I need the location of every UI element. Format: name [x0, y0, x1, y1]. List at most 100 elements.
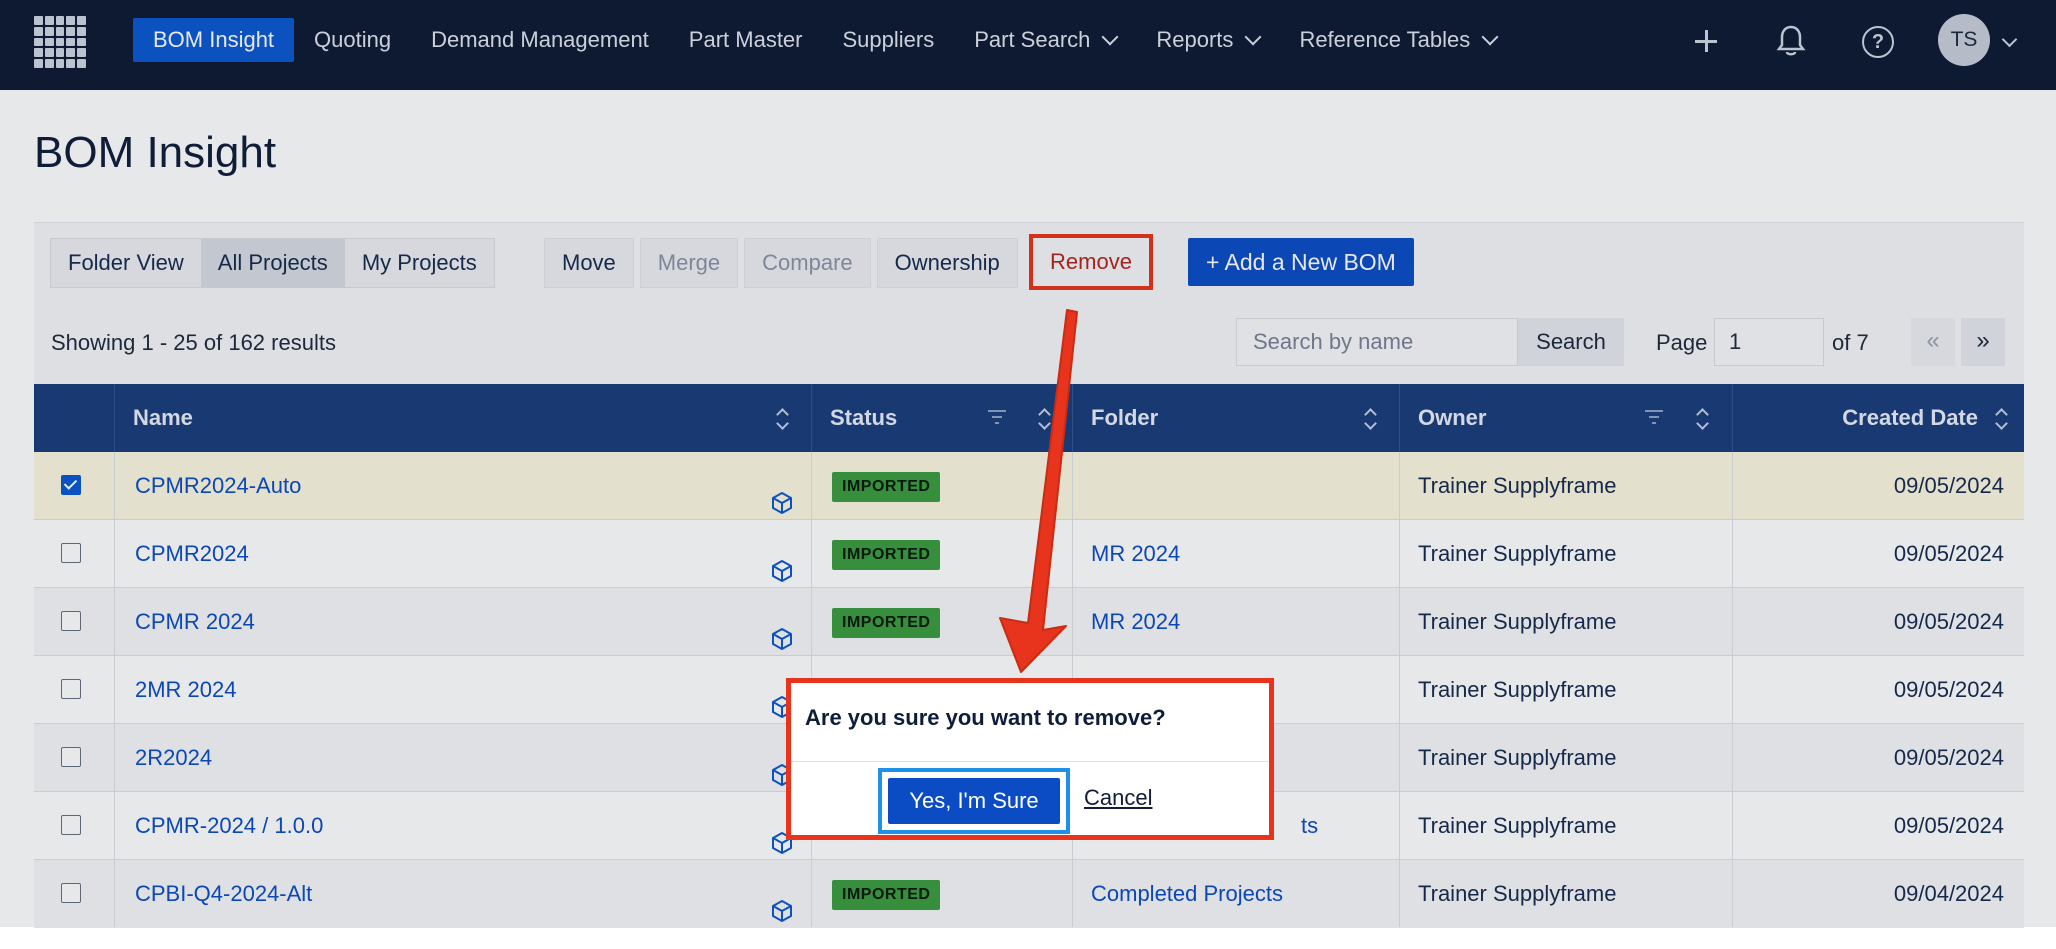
plus-icon[interactable]: [1692, 27, 1720, 55]
select-cell: [34, 520, 114, 587]
created-date-cell: 09/05/2024: [1732, 520, 2024, 587]
owner-name: Trainer Supplyframe: [1418, 745, 1617, 770]
grid-cell: [77, 59, 86, 68]
row-checkbox[interactable]: [61, 883, 81, 903]
grid-cell: [77, 26, 86, 36]
apps-grid-icon[interactable]: [34, 16, 86, 68]
confirm-highlight: Yes, I'm Sure: [878, 768, 1070, 834]
ownership-button[interactable]: Ownership: [876, 238, 1018, 288]
folder-cell: MR 2024: [1072, 588, 1399, 655]
table-header: Name Status Folder Owner Created Date: [34, 384, 2024, 452]
next-page-button[interactable]: »: [1961, 318, 2005, 366]
row-checkbox[interactable]: [61, 747, 81, 767]
page-number-input[interactable]: 1: [1714, 318, 1824, 366]
grid-cell: [34, 48, 43, 58]
cancel-link[interactable]: Cancel: [1084, 785, 1152, 811]
nav-item-bom-insight[interactable]: BOM Insight: [133, 18, 295, 62]
grid-cell: [44, 16, 54, 25]
name-cell: CPMR2024-Auto: [114, 452, 811, 519]
column-header-folder[interactable]: Folder: [1072, 384, 1399, 452]
sort-icon[interactable]: [1040, 408, 1050, 430]
created-date: 09/05/2024: [1893, 677, 2004, 702]
nav-item-part-search[interactable]: Part Search: [954, 18, 1136, 62]
row-checkbox[interactable]: [61, 611, 81, 631]
bell-icon[interactable]: [1776, 24, 1806, 58]
nav-item-reference-tables[interactable]: Reference Tables: [1279, 18, 1516, 62]
nav-item-part-master[interactable]: Part Master: [669, 18, 823, 62]
select-cell: [34, 792, 114, 859]
row-checkbox[interactable]: [61, 543, 81, 563]
row-checkbox[interactable]: [61, 815, 81, 835]
column-header-name[interactable]: Name: [114, 384, 811, 452]
confirm-yes-button[interactable]: Yes, I'm Sure: [888, 778, 1060, 824]
remove-highlight: Remove: [1029, 234, 1153, 290]
owner-cell: Trainer Supplyframe: [1399, 724, 1732, 791]
move-button[interactable]: Move: [544, 238, 634, 288]
previous-page-button[interactable]: «: [1911, 318, 1955, 366]
owner-name: Trainer Supplyframe: [1418, 881, 1617, 906]
owner-cell: Trainer Supplyframe: [1399, 860, 1732, 927]
merge-button[interactable]: Merge: [639, 238, 739, 288]
grid-cell: [66, 26, 76, 36]
bom-name-link[interactable]: 2R2024: [115, 745, 212, 770]
bom-name-link[interactable]: CPMR-2024 / 1.0.0: [115, 813, 323, 838]
help-icon[interactable]: ?: [1862, 26, 1894, 58]
all-projects-button[interactable]: All Projects: [200, 239, 345, 287]
filter-icon[interactable]: [1645, 410, 1663, 424]
table-row[interactable]: CPMR2024-Auto IMPORTED Trainer Supplyframe…: [34, 452, 2024, 520]
created-date-cell: 09/05/2024: [1732, 452, 2024, 519]
table-row[interactable]: CPMR 2024 IMPORTED MR 2024 Trainer Supplyfr…: [34, 588, 2024, 656]
row-checkbox[interactable]: [61, 475, 81, 495]
nav-item-label: Part Master: [688, 27, 803, 52]
nav-menu: BOM Insight Quoting Demand Management Part …: [133, 18, 1516, 62]
search-button[interactable]: Search: [1518, 318, 1624, 366]
nav-item-demand-management[interactable]: Demand Management: [411, 18, 669, 62]
folder-cell: Completed Projects: [1072, 860, 1399, 927]
grid-cell: [44, 37, 54, 47]
nav-item-label: Reference Tables: [1299, 27, 1471, 52]
chevron-down-icon[interactable]: [2001, 31, 2018, 48]
sort-icon[interactable]: [778, 408, 788, 430]
table-row[interactable]: CPBI-Q4-2024-Alt IMPORTED Completed Projec…: [34, 860, 2024, 928]
nav-item-quoting[interactable]: Quoting: [294, 18, 411, 62]
folder-link[interactable]: MR 2024: [1073, 541, 1180, 566]
bom-name-link[interactable]: CPMR2024-Auto: [115, 473, 301, 498]
sort-icon[interactable]: [1997, 408, 2007, 430]
sort-icon[interactable]: [1698, 408, 1708, 430]
nav-item-reports[interactable]: Reports: [1136, 18, 1279, 62]
owner-cell: Trainer Supplyframe: [1399, 792, 1732, 859]
grid-cell: [77, 16, 86, 25]
bom-name-link[interactable]: CPMR2024: [115, 541, 249, 566]
status-cell: IMPORTED: [811, 452, 1072, 519]
filter-icon[interactable]: [988, 410, 1006, 424]
folder-link[interactable]: Completed Projects: [1073, 881, 1283, 906]
created-date: 09/05/2024: [1893, 541, 2004, 566]
column-label: Owner: [1418, 405, 1487, 430]
row-checkbox[interactable]: [61, 679, 81, 699]
cube-icon[interactable]: [771, 882, 793, 949]
folder-link[interactable]: MR 2024: [1073, 609, 1180, 634]
nav-item-suppliers[interactable]: Suppliers: [823, 18, 955, 62]
created-date: 09/05/2024: [1893, 745, 2004, 770]
action-button-group: Move Merge Compare Ownership: [544, 238, 1024, 288]
search-input[interactable]: Search by name: [1236, 318, 1518, 366]
column-header-owner[interactable]: Owner: [1399, 384, 1732, 452]
select-cell: [34, 656, 114, 723]
add-new-bom-button[interactable]: + Add a New BOM: [1188, 238, 1414, 286]
grid-cell: [55, 16, 65, 25]
my-projects-button[interactable]: My Projects: [344, 239, 494, 287]
remove-button[interactable]: Remove: [1033, 238, 1149, 286]
status-cell: IMPORTED: [811, 520, 1072, 587]
grid-cell: [34, 37, 43, 47]
column-header-status[interactable]: Status: [811, 384, 1072, 452]
sort-icon[interactable]: [1366, 408, 1376, 430]
bom-name-link[interactable]: CPBI-Q4-2024-Alt: [115, 881, 312, 906]
select-column-header: [34, 384, 114, 452]
user-avatar[interactable]: TS: [1938, 14, 1990, 66]
bom-name-link[interactable]: CPMR 2024: [115, 609, 255, 634]
column-header-created-date[interactable]: Created Date: [1732, 384, 2024, 452]
table-row[interactable]: CPMR2024 IMPORTED MR 2024 Trainer Supplyfra…: [34, 520, 2024, 588]
compare-button[interactable]: Compare: [744, 238, 871, 288]
folder-view-button[interactable]: Folder View: [51, 239, 201, 287]
bom-name-link[interactable]: 2MR 2024: [115, 677, 237, 702]
